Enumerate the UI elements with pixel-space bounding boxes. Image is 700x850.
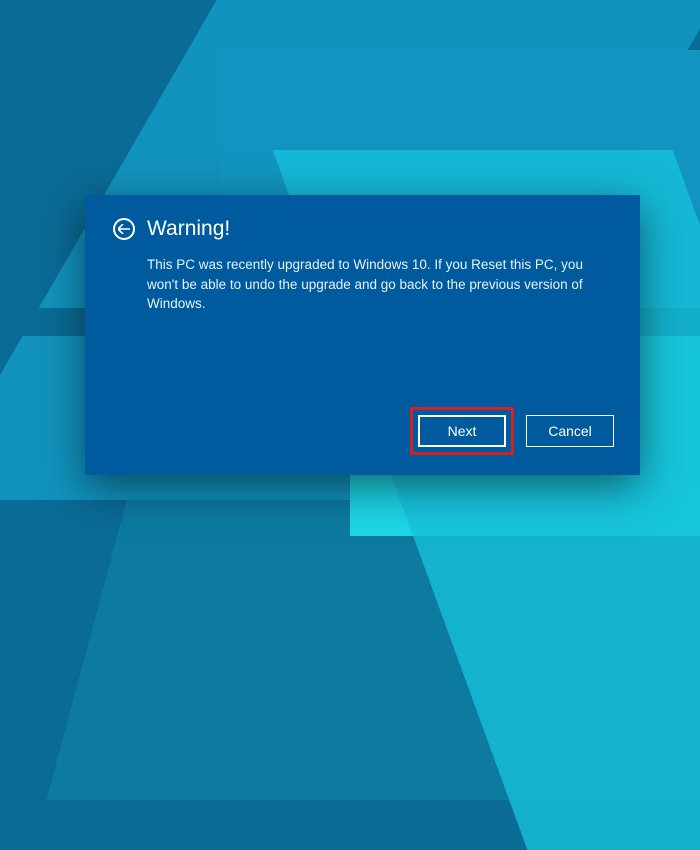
back-icon[interactable]: [113, 218, 135, 240]
dialog-title: Warning!: [147, 217, 230, 241]
next-button[interactable]: Next: [418, 415, 506, 447]
warning-dialog: Warning! This PC was recently upgraded t…: [85, 195, 640, 475]
dialog-footer: Next Cancel: [410, 407, 614, 455]
cancel-button[interactable]: Cancel: [526, 415, 614, 447]
dialog-message: This PC was recently upgraded to Windows…: [113, 255, 612, 314]
next-button-highlight: Next: [410, 407, 514, 455]
dialog-header: Warning!: [113, 217, 612, 241]
